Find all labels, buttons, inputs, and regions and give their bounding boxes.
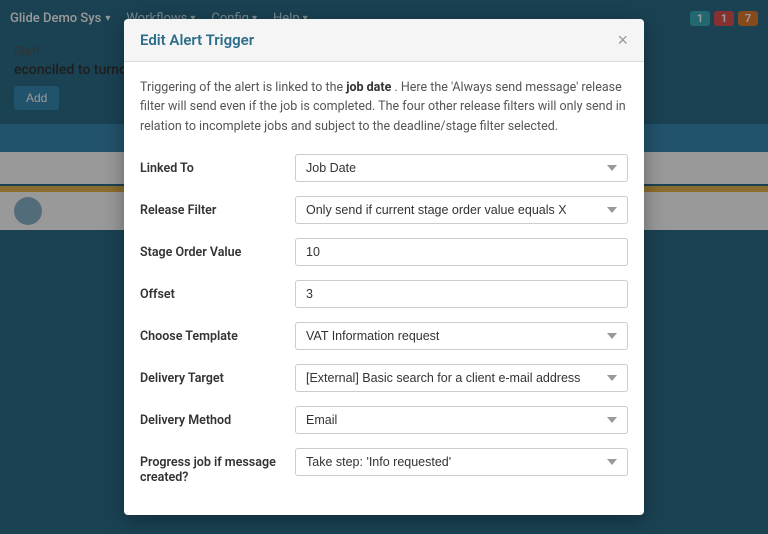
field-choose-template: Choose Template VAT Information request: [140, 322, 628, 350]
modal: Edit Alert Trigger × Triggering of the a…: [124, 19, 644, 515]
field-delivery-method: Delivery Method Email: [140, 406, 628, 434]
label-progress-job: Progress job if message created?: [140, 448, 295, 485]
label-linked-to: Linked To: [140, 154, 295, 176]
control-choose-template: VAT Information request: [295, 322, 628, 350]
modal-title: Edit Alert Trigger: [140, 31, 254, 49]
control-linked-to: Job Date: [295, 154, 628, 182]
label-release-filter: Release Filter: [140, 196, 295, 218]
field-linked-to: Linked To Job Date: [140, 154, 628, 182]
field-delivery-target: Delivery Target [External] Basic search …: [140, 364, 628, 392]
select-choose-template[interactable]: VAT Information request: [295, 322, 628, 350]
select-delivery-target[interactable]: [External] Basic search for a client e-m…: [295, 364, 628, 392]
label-offset: Offset: [140, 280, 295, 302]
control-offset: [295, 280, 628, 308]
label-delivery-target: Delivery Target: [140, 364, 295, 386]
input-offset[interactable]: [295, 280, 628, 308]
field-release-filter: Release Filter Only send if current stag…: [140, 196, 628, 224]
label-choose-template: Choose Template: [140, 322, 295, 344]
control-release-filter: Only send if current stage order value e…: [295, 196, 628, 224]
control-delivery-method: Email: [295, 406, 628, 434]
field-stage-order-value: Stage Order Value: [140, 238, 628, 266]
select-release-filter[interactable]: Only send if current stage order value e…: [295, 196, 628, 224]
control-stage-order-value: [295, 238, 628, 266]
field-offset: Offset: [140, 280, 628, 308]
select-progress-job[interactable]: Take step: 'Info requested': [295, 448, 628, 476]
field-progress-job: Progress job if message created? Take st…: [140, 448, 628, 485]
label-stage-order-value: Stage Order Value: [140, 238, 295, 260]
label-delivery-method: Delivery Method: [140, 406, 295, 428]
control-progress-job: Take step: 'Info requested': [295, 448, 628, 476]
modal-description: Triggering of the alert is linked to the…: [140, 78, 628, 136]
modal-close-button[interactable]: ×: [617, 31, 628, 49]
modal-header: Edit Alert Trigger ×: [124, 19, 644, 62]
modal-overlay: Edit Alert Trigger × Triggering of the a…: [0, 0, 768, 534]
control-delivery-target: [External] Basic search for a client e-m…: [295, 364, 628, 392]
description-prefix: Triggering of the alert is linked to the: [140, 80, 346, 95]
modal-body: Triggering of the alert is linked to the…: [124, 62, 644, 515]
description-bold: job date: [346, 80, 391, 95]
select-linked-to[interactable]: Job Date: [295, 154, 628, 182]
select-delivery-method[interactable]: Email: [295, 406, 628, 434]
input-stage-order-value[interactable]: [295, 238, 628, 266]
